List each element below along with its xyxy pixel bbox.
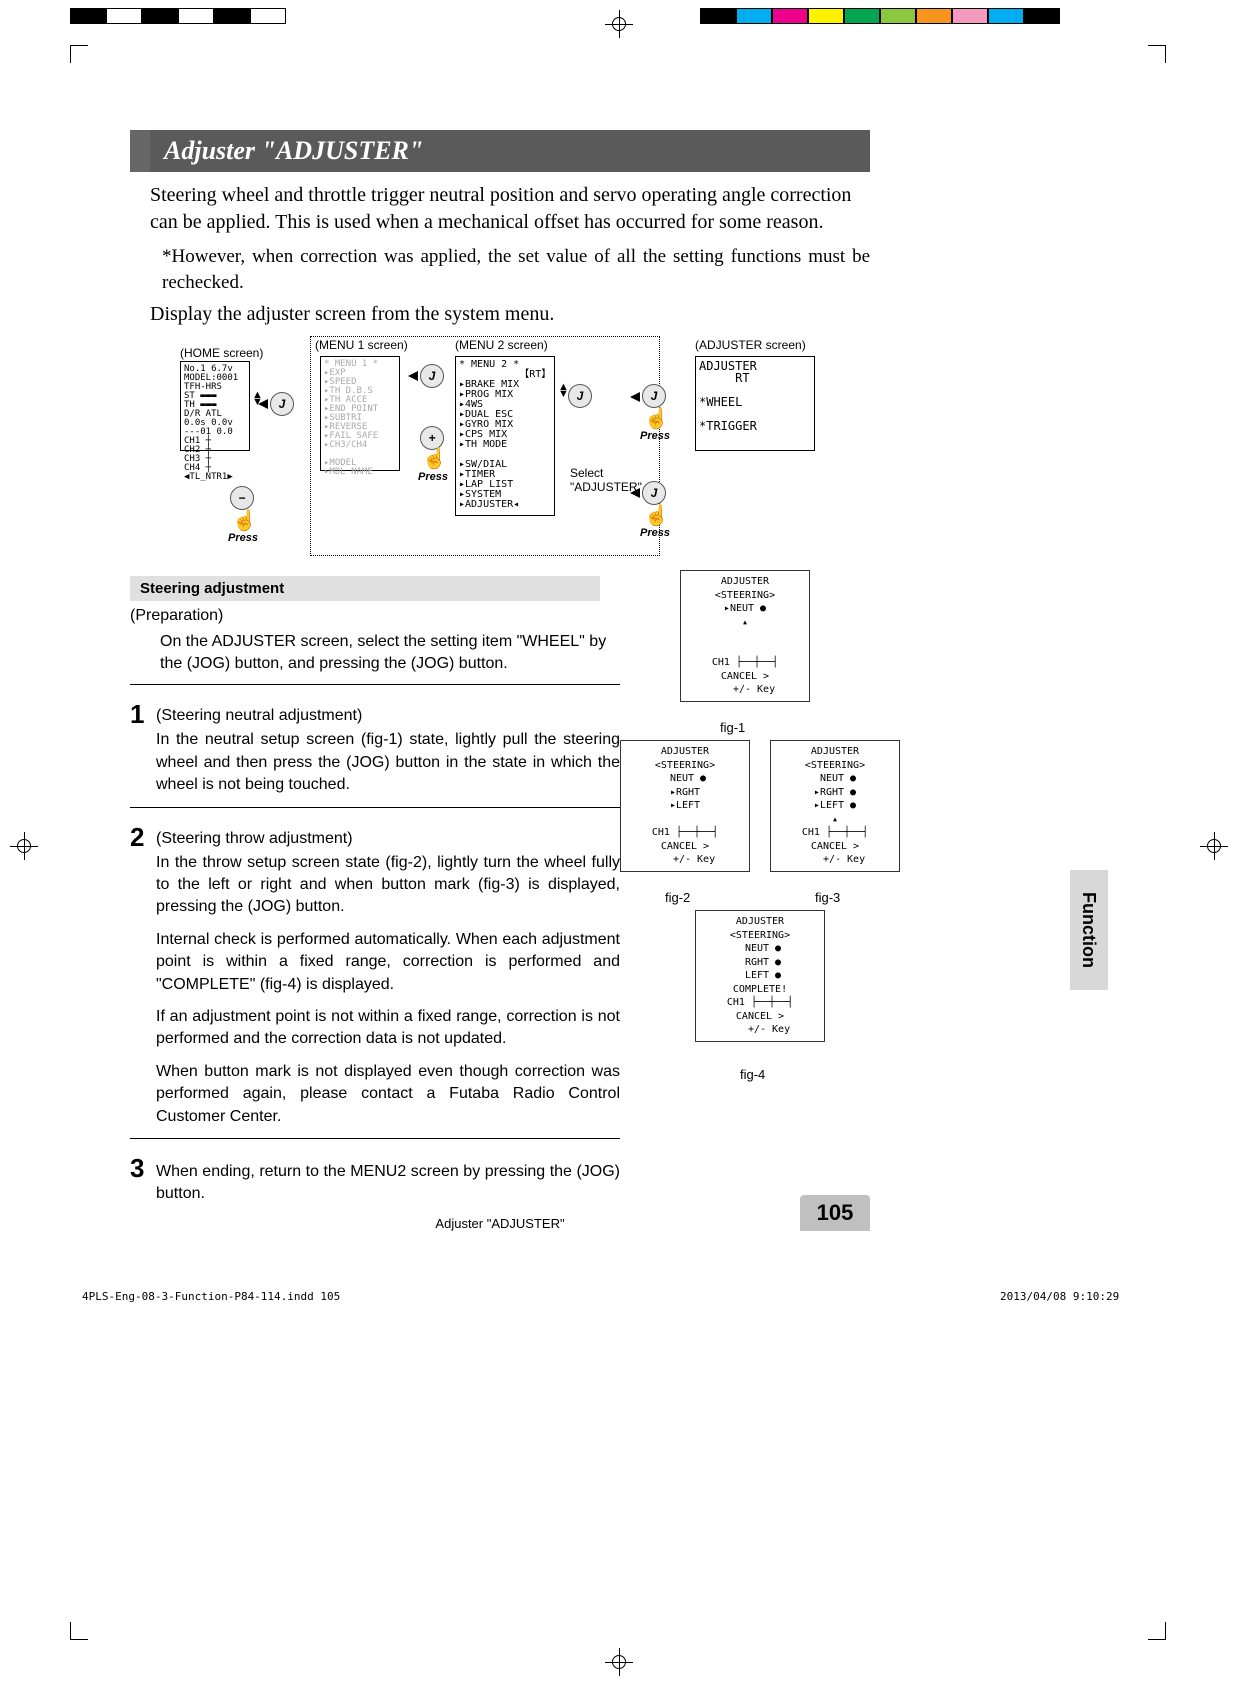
step-body-2b: Internal check is performed automaticall… [156,929,620,996]
nav-diagram: (HOME screen) No.1 6.7vMODEL:0001TFH-HRS… [150,336,850,556]
lcd-fig1: ADJUSTER <STEERING> ▸NEUT ● ▴ CH1 ├──┼──… [680,570,810,702]
step-num-2: 2 [130,822,156,853]
prep-text: On the ADJUSTER screen, select the setti… [160,631,610,674]
crosshair-icon [605,1648,633,1676]
adjuster-label: (ADJUSTER screen) [695,338,806,352]
divider [130,807,620,808]
side-tab-function: Function [1070,870,1108,990]
arrow-left-icon [408,371,418,381]
file-meta: 4PLS-Eng-08-3-Function-P84-114.indd 105 [82,1290,340,1303]
crosshair-icon [1200,832,1228,860]
lcd-fig4: ADJUSTER <STEERING> NEUT ● RGHT ● LEFT ●… [695,910,825,1042]
home-label: (HOME screen) [180,346,263,360]
step-body-2a: In the throw setup screen state (fig-2),… [156,852,620,919]
home-screen: No.1 6.7vMODEL:0001TFH-HRSST ▬▬▬TH ▬▬▬D/… [180,361,250,451]
footer-title: Adjuster "ADJUSTER" [200,1216,800,1231]
note-text: *However, when correction was applied, t… [162,244,870,295]
step-body-1: In the neutral setup screen (fig-1) stat… [156,729,620,796]
press-label: Press [228,532,258,544]
corner-mark [70,1622,88,1640]
step-title-1: (Steering neutral adjustment) [156,699,620,725]
step-body-2c: If an adjustment point is not within a f… [156,1006,620,1051]
press-label: Press [640,527,670,539]
lcd-fig3: ADJUSTER <STEERING> NEUT ● ▸RGHT ● ▸LEFT… [770,740,900,872]
arrow-left-icon [630,488,640,498]
lcd-fig2: ADJUSTER <STEERING> NEUT ● ▸RGHT ▸LEFT C… [620,740,750,872]
jog-icon: J [270,392,294,416]
date-meta: 2013/04/08 9:10:29 [1000,1290,1119,1303]
corner-mark [70,45,88,63]
divider [130,684,620,685]
jog-icon: J [642,384,666,408]
crosshair-icon [605,10,633,38]
minus-icon: − [230,486,254,510]
page-number: 105 [800,1195,870,1231]
hand-icon: ☝ [422,446,447,471]
press-label: Press [418,471,448,483]
display-instruction: Display the adjuster screen from the sys… [150,303,870,326]
section-header: Steering adjustment [130,576,600,601]
hand-icon: ☝ [644,503,669,528]
color-bar-bw [70,8,286,24]
arrow-left-icon [630,392,640,402]
menu2-label: (MENU 2 screen) [455,338,548,352]
step-num-1: 1 [130,699,156,730]
adjuster-screen: ADJUSTER RT *WHEEL *TRIGGER [695,356,815,451]
jog-icon: J [642,481,666,505]
page-footer: Adjuster "ADJUSTER" 105 [130,1195,870,1231]
fig1-label: fig-1 [720,720,745,735]
hand-icon: ☝ [644,406,669,431]
menu2-screen: * MENU 2 * 【RT】 ▸BRAKE MIX ▸PROG MIX ▸4W… [455,356,555,516]
color-bar-color [700,8,1060,24]
fig3-label: fig-3 [815,890,840,905]
divider [130,1138,620,1139]
corner-mark [1148,45,1166,63]
hand-icon: ☝ [232,508,257,533]
page-title: Adjuster "ADJUSTER" [130,130,870,172]
fig4-label: fig-4 [740,1067,765,1082]
crosshair-icon [10,832,38,860]
fig2-label: fig-2 [665,890,690,905]
step-num-3: 3 [130,1153,156,1184]
press-label: Press [640,430,670,442]
intro-text: Steering wheel and throttle trigger neut… [150,182,870,236]
updown-icon: ▲▼ [252,392,263,405]
menu1-label: (MENU 1 screen) [315,338,408,352]
corner-mark [1148,1622,1166,1640]
step-body-2d: When button mark is not displayed even t… [156,1061,620,1128]
step-title-2: (Steering throw adjustment) [156,822,620,848]
menu1-screen: * MENU 1 * ▸EXP ▸SPEED ▸TH D.B.S ▸TH ACC… [320,356,400,471]
